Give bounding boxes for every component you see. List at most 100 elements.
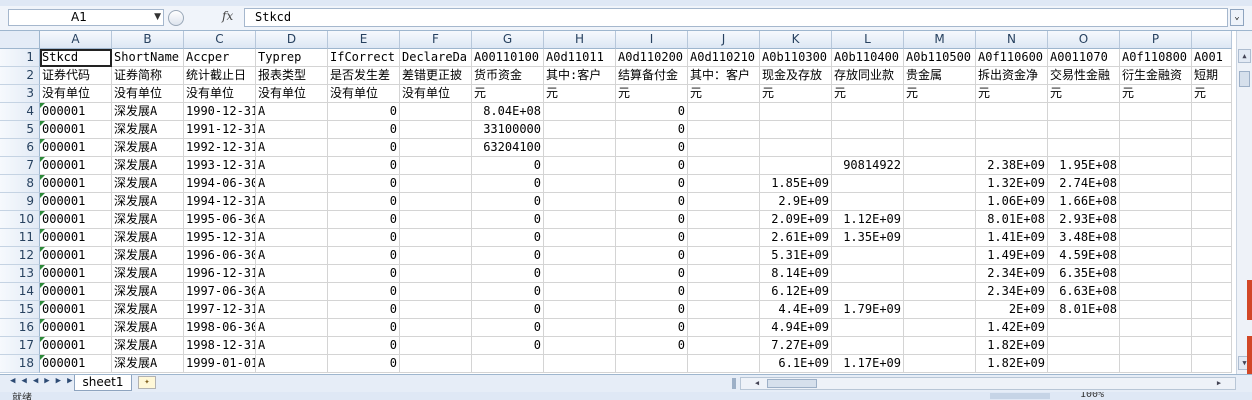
cell[interactable]: 5.31E+09 [760, 247, 832, 265]
cell[interactable]: 0 [472, 301, 544, 319]
cell[interactable]: 2.93E+08 [1048, 211, 1120, 229]
cell[interactable]: 0 [472, 283, 544, 301]
cell[interactable] [688, 247, 760, 265]
cell[interactable]: 元 [1120, 85, 1192, 103]
cell[interactable]: 0 [616, 265, 688, 283]
row-header[interactable]: 5 [0, 121, 40, 139]
cell[interactable] [400, 265, 472, 283]
cell[interactable] [544, 283, 616, 301]
cell[interactable]: 1.79E+09 [832, 301, 904, 319]
cell[interactable]: 000001 [40, 157, 112, 175]
column-header[interactable]: J [688, 31, 760, 49]
cell[interactable] [688, 175, 760, 193]
cell[interactable]: 1997-12-31 [184, 301, 256, 319]
cell[interactable] [544, 265, 616, 283]
cell[interactable]: 深发展A [112, 139, 184, 157]
cell[interactable] [688, 265, 760, 283]
cell[interactable]: 0 [328, 283, 400, 301]
cell[interactable]: 衍生金融资 [1120, 67, 1192, 85]
scroll-up-icon[interactable]: ▲ [1238, 49, 1251, 63]
cell[interactable]: 2.9E+09 [760, 193, 832, 211]
cell[interactable] [832, 121, 904, 139]
cell[interactable]: 3.48E+08 [1048, 229, 1120, 247]
cell[interactable]: 差错更正披 [400, 67, 472, 85]
cell[interactable]: 1996-06-30 [184, 247, 256, 265]
row-header[interactable]: 7 [0, 157, 40, 175]
cell[interactable]: 33100000 [472, 121, 544, 139]
select-all-corner[interactable] [0, 31, 40, 49]
cell[interactable]: 0 [328, 301, 400, 319]
cell[interactable] [904, 193, 976, 211]
cell[interactable]: 000001 [40, 337, 112, 355]
cell[interactable] [1120, 319, 1192, 337]
cell[interactable] [1192, 229, 1232, 247]
cell[interactable]: 000001 [40, 229, 112, 247]
cell[interactable]: 6.1E+09 [760, 355, 832, 373]
cell[interactable] [1192, 139, 1232, 157]
cell[interactable] [616, 355, 688, 373]
cell[interactable]: 0 [472, 175, 544, 193]
cell[interactable]: 短期 [1192, 67, 1232, 85]
cell[interactable]: A [256, 229, 328, 247]
cell[interactable]: 1994-12-31 [184, 193, 256, 211]
cell[interactable] [832, 337, 904, 355]
row-header[interactable]: 12 [0, 247, 40, 265]
cell[interactable]: 元 [904, 85, 976, 103]
cell[interactable] [904, 211, 976, 229]
cell[interactable]: 6.12E+09 [760, 283, 832, 301]
cell[interactable]: A [256, 193, 328, 211]
cell[interactable] [400, 355, 472, 373]
cell[interactable] [760, 121, 832, 139]
cell[interactable]: 2.34E+09 [976, 265, 1048, 283]
cell[interactable] [688, 121, 760, 139]
cell[interactable]: 0 [328, 193, 400, 211]
cell[interactable]: 0 [472, 337, 544, 355]
cell[interactable] [1048, 355, 1120, 373]
cell[interactable]: A0f110800 [1120, 49, 1192, 67]
cell[interactable]: 深发展A [112, 319, 184, 337]
cell[interactable]: 2.61E+09 [760, 229, 832, 247]
cell[interactable] [904, 355, 976, 373]
cell[interactable]: 0 [328, 139, 400, 157]
name-box[interactable]: A1 ▼ [8, 9, 164, 26]
cell[interactable] [1192, 157, 1232, 175]
cell[interactable]: 深发展A [112, 121, 184, 139]
cell[interactable] [400, 229, 472, 247]
cell[interactable]: 8.01E+08 [976, 211, 1048, 229]
cell[interactable] [1120, 139, 1192, 157]
cell[interactable]: 1998-12-31 [184, 337, 256, 355]
insert-function-icon[interactable]: fx [222, 9, 233, 23]
cell[interactable]: 000001 [40, 301, 112, 319]
cell[interactable] [1192, 121, 1232, 139]
cell[interactable] [760, 139, 832, 157]
cell[interactable]: 报表类型 [256, 67, 328, 85]
cell[interactable] [1192, 265, 1232, 283]
cell[interactable]: 1995-12-31 [184, 229, 256, 247]
cell[interactable] [544, 157, 616, 175]
cell[interactable] [400, 301, 472, 319]
column-header[interactable] [1192, 31, 1232, 49]
cell[interactable]: Typrep [256, 49, 328, 67]
cell[interactable]: 现金及存放 [760, 67, 832, 85]
cell[interactable] [544, 193, 616, 211]
column-header[interactable]: F [400, 31, 472, 49]
cell[interactable]: 0 [472, 265, 544, 283]
cell[interactable]: 2.34E+09 [976, 283, 1048, 301]
insert-sheet-icon[interactable]: ✦ [138, 376, 156, 389]
cell[interactable]: 没有单位 [112, 85, 184, 103]
cell[interactable]: 1996-12-31 [184, 265, 256, 283]
cell[interactable]: 1.06E+09 [976, 193, 1048, 211]
cell[interactable] [544, 247, 616, 265]
sheet-nav-icons[interactable]: ◀◀◀▶▶▶ [10, 376, 79, 386]
cell[interactable]: ShortName [112, 49, 184, 67]
cell[interactable]: 0 [328, 121, 400, 139]
column-header[interactable]: C [184, 31, 256, 49]
cell[interactable]: 货币资金 [472, 67, 544, 85]
column-header[interactable]: L [832, 31, 904, 49]
cell[interactable] [688, 283, 760, 301]
row-header[interactable]: 18 [0, 355, 40, 373]
cell[interactable] [544, 301, 616, 319]
cell[interactable]: A0b110500 [904, 49, 976, 67]
cell[interactable]: 没有单位 [40, 85, 112, 103]
cell[interactable]: A [256, 283, 328, 301]
